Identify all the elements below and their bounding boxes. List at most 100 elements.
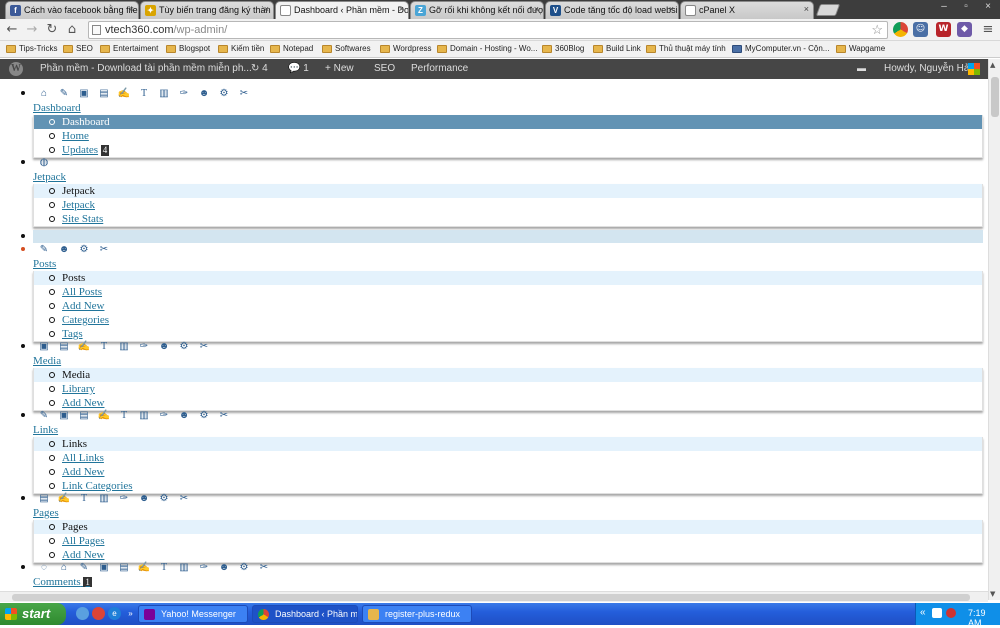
pin-icon: ✎ bbox=[39, 244, 49, 255]
scrollbar-thumb[interactable] bbox=[991, 77, 999, 117]
submenu-link-add-new-media[interactable]: Add New bbox=[62, 397, 104, 409]
submenu-link-all-links[interactable]: All Links bbox=[62, 452, 104, 464]
menu-link-jetpack[interactable]: Jetpack bbox=[33, 171, 988, 183]
bookmark-folder[interactable]: Wordpress bbox=[380, 44, 432, 53]
bookmark-folder[interactable]: Tips-Tricks bbox=[6, 44, 58, 53]
close-icon[interactable]: × bbox=[534, 4, 539, 14]
menu-separator bbox=[8, 230, 988, 243]
chrome-extension-icon[interactable] bbox=[893, 22, 908, 37]
w-extension-icon[interactable]: W bbox=[936, 22, 951, 37]
home-icon: ⌂ bbox=[60, 562, 67, 573]
bookmark-folder[interactable]: Thủ thuật máy tính bbox=[646, 44, 726, 53]
bookmark-folder[interactable]: Domain - Hosting - Wo... bbox=[437, 44, 537, 53]
submenu-link-add-new-link[interactable]: Add New bbox=[62, 466, 104, 478]
submenu-link-add-new-post[interactable]: Add New bbox=[62, 300, 104, 312]
reload-icon[interactable]: ↻ bbox=[44, 22, 60, 38]
submenu-link-all-pages[interactable]: All Pages bbox=[62, 535, 104, 547]
shield-extension-icon[interactable]: ◆ bbox=[957, 22, 972, 37]
minimize-button[interactable]: – bbox=[933, 0, 955, 14]
taskbar-button-chrome[interactable]: Dashboard ‹ Phần mề... bbox=[252, 605, 358, 623]
submenu-link-categories[interactable]: Categories bbox=[62, 314, 109, 326]
quicklaunch-more-icon[interactable]: » bbox=[124, 607, 137, 620]
menu-link-dashboard[interactable]: Dashboard bbox=[33, 102, 988, 114]
close-icon[interactable]: × bbox=[669, 4, 674, 14]
tab-tuy-bien[interactable]: ✦ Tùy biến trang đăng ký thàn × bbox=[140, 1, 274, 19]
back-arrow-icon[interactable]: ← bbox=[4, 22, 20, 38]
menu-icon[interactable]: ≡ bbox=[980, 22, 996, 38]
menu-link-media[interactable]: Media bbox=[33, 355, 988, 367]
bookmark-folder[interactable]: 360Blog bbox=[542, 44, 584, 53]
address-bar[interactable]: vtech360.com/wp-admin/ ☆ bbox=[88, 21, 888, 39]
scrollbar-thumb[interactable] bbox=[12, 594, 970, 601]
comments-link[interactable]: 💬 1 bbox=[288, 63, 309, 74]
bookmark-folder[interactable]: Kiếm tiền bbox=[218, 44, 264, 53]
page-icon bbox=[280, 5, 291, 16]
quicklaunch-ie-icon[interactable]: e bbox=[108, 607, 121, 620]
bookmark-folder[interactable]: Wapgame bbox=[836, 44, 885, 53]
tab-dashboard[interactable]: Dashboard ‹ Phần mềm - Dow × bbox=[275, 1, 409, 20]
seo-link[interactable]: SEO bbox=[374, 63, 395, 74]
submenu-link-all-posts[interactable]: All Posts bbox=[62, 286, 102, 298]
submenu-link-jetpack[interactable]: Jetpack bbox=[62, 199, 95, 211]
users-icon: ☻ bbox=[158, 341, 170, 352]
tab-facebook[interactable]: f Cách vào facebook bằng file × bbox=[5, 1, 139, 19]
horizontal-scrollbar[interactable] bbox=[0, 591, 988, 602]
scroll-up-arrow-icon[interactable]: ▲ bbox=[990, 61, 995, 69]
menu-link-posts[interactable]: Posts bbox=[33, 258, 988, 270]
tab-cpanel[interactable]: cPanel X × bbox=[680, 1, 814, 19]
vertical-scrollbar[interactable]: ▲ ▼ bbox=[988, 59, 1000, 600]
chrome-icon bbox=[258, 609, 269, 620]
bookmark-folder[interactable]: Entertaiment bbox=[100, 44, 158, 53]
window-close-button[interactable]: × bbox=[977, 0, 999, 14]
maximize-button[interactable]: ▫ bbox=[955, 0, 977, 14]
tab-go-roi[interactable]: Z Gỡ rối khi không kết nối được × bbox=[410, 1, 544, 19]
taskbar-button-folder[interactable]: register-plus-redux bbox=[362, 605, 472, 623]
submenu-link-updates[interactable]: Updates bbox=[62, 144, 98, 156]
submenu-link-tags[interactable]: Tags bbox=[62, 328, 83, 340]
bookmark-folder[interactable]: Notepad bbox=[270, 44, 313, 53]
taskbar-button-yahoo[interactable]: Yahoo! Messenger bbox=[138, 605, 248, 623]
network-icon[interactable] bbox=[932, 608, 942, 618]
menu-link-comments[interactable]: Comments 1 bbox=[33, 576, 988, 588]
menu-posts: ✎ ☻ ⚙ ✂ Posts Posts All Posts Add New Categ… bbox=[8, 244, 988, 342]
submenu-link-site-stats[interactable]: Site Stats bbox=[62, 213, 103, 225]
scroll-down-arrow-icon[interactable]: ▼ bbox=[990, 590, 995, 598]
close-icon[interactable]: × bbox=[804, 4, 809, 14]
bookmark-folder[interactable]: Blogspot bbox=[166, 44, 210, 53]
close-icon[interactable]: × bbox=[129, 4, 134, 14]
account-greeting[interactable]: Howdy, Nguyễn Hải bbox=[884, 63, 972, 74]
submenu-link-add-new-page[interactable]: Add New bbox=[62, 549, 104, 561]
menu-link-links[interactable]: Links bbox=[33, 424, 988, 436]
updates-link[interactable]: ↻ 4 bbox=[251, 63, 268, 74]
wordpress-logo-icon[interactable]: W bbox=[9, 62, 23, 76]
bookmark-star-icon[interactable]: ☆ bbox=[871, 22, 883, 38]
new-content-link[interactable]: + New bbox=[325, 63, 354, 74]
screen-options-icon[interactable]: ▬ bbox=[857, 63, 866, 73]
new-tab-button[interactable] bbox=[815, 4, 841, 16]
quicklaunch-desktop-icon[interactable] bbox=[76, 607, 89, 620]
bookmark-link[interactable]: MyComputer.vn - Cộn... bbox=[732, 44, 829, 53]
home-icon[interactable]: ⌂ bbox=[64, 22, 80, 38]
submenu-link-home[interactable]: Home bbox=[62, 130, 89, 142]
submenu-link-library[interactable]: Library bbox=[62, 383, 95, 395]
antivirus-icon[interactable] bbox=[946, 608, 956, 618]
performance-link[interactable]: Performance bbox=[411, 63, 468, 74]
menu-link-pages[interactable]: Pages bbox=[33, 507, 988, 519]
close-icon[interactable]: × bbox=[399, 4, 404, 14]
clock[interactable]: 7:19 AM bbox=[968, 608, 1000, 628]
bookmark-folder[interactable]: Build Link bbox=[593, 44, 641, 53]
forward-arrow-icon[interactable]: → bbox=[24, 22, 40, 38]
tray-chevron-icon[interactable]: « bbox=[920, 607, 926, 618]
avatar[interactable] bbox=[968, 63, 980, 75]
start-button[interactable]: start bbox=[0, 603, 66, 625]
user-extension-icon[interactable]: ☺ bbox=[913, 22, 928, 37]
site-name-link[interactable]: Phần mềm - Download tài phần mềm miễn ph… bbox=[40, 63, 252, 74]
tab-code-tang-toc[interactable]: V Code tăng tốc độ load websi × bbox=[545, 1, 679, 19]
bookmark-folder[interactable]: SEO bbox=[63, 44, 93, 53]
seo-icon: ✂ bbox=[199, 341, 209, 352]
url-path: /wp-admin/ bbox=[173, 24, 228, 36]
quicklaunch-chrome-icon[interactable] bbox=[92, 607, 105, 620]
close-icon[interactable]: × bbox=[264, 4, 269, 14]
bookmark-folder[interactable]: Softwares bbox=[322, 44, 371, 53]
submenu-link-link-categories[interactable]: Link Categories bbox=[62, 480, 133, 492]
